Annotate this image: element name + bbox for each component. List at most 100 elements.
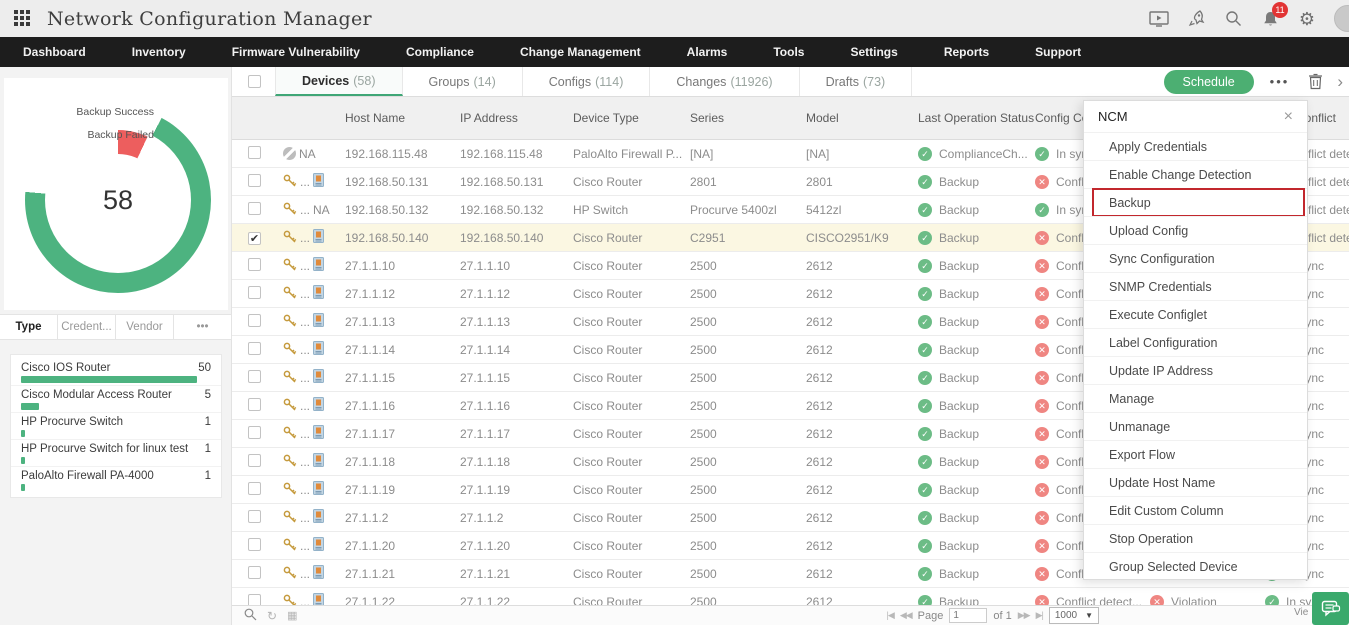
col-host-name[interactable]: Host Name [345, 97, 460, 139]
cell-host-name[interactable]: 27.1.1.2 [345, 511, 460, 525]
row-checkbox[interactable] [248, 202, 261, 215]
menu-item-update-host-name[interactable]: Update Host Name [1084, 468, 1307, 496]
menu-item-stop-operation[interactable]: Stop Operation [1084, 524, 1307, 552]
prev-page-icon[interactable]: ◀◀ [900, 610, 912, 621]
cell-host-name[interactable]: 27.1.1.21 [345, 567, 460, 581]
menu-item-export-flow[interactable]: Export Flow [1084, 440, 1307, 468]
page-input[interactable]: 1 [949, 608, 987, 623]
backup-status-chart[interactable]: Backup Success Backup Failed 58 [4, 78, 228, 310]
tab-changes[interactable]: Changes(11926) [650, 67, 799, 96]
nav-item-settings[interactable]: Settings [827, 37, 920, 67]
cell-host-name[interactable]: 192.168.50.140 [345, 231, 460, 245]
nav-item-inventory[interactable]: Inventory [109, 37, 209, 67]
device-type-row[interactable]: HP Procurve Switch1 [11, 413, 221, 440]
user-avatar[interactable] [1334, 5, 1349, 32]
cell-host-name[interactable]: 192.168.115.48 [345, 147, 460, 161]
row-checkbox[interactable] [248, 426, 261, 439]
row-checkbox[interactable] [248, 482, 261, 495]
col-device-type[interactable]: Device Type [573, 97, 690, 139]
tab-groups[interactable]: Groups(14) [403, 67, 523, 96]
cell-host-name[interactable]: 27.1.1.19 [345, 483, 460, 497]
cell-host-name[interactable]: 27.1.1.10 [345, 259, 460, 273]
menu-item-execute-configlet[interactable]: Execute Configlet [1084, 300, 1307, 328]
row-checkbox[interactable]: ✔ [248, 232, 261, 245]
page-size-select[interactable]: 1000▼ [1049, 607, 1099, 624]
menu-item-edit-custom-column[interactable]: Edit Custom Column [1084, 496, 1307, 524]
menu-item-group-selected-device[interactable]: Group Selected Device [1084, 552, 1307, 580]
tab-devices[interactable]: Devices(58) [275, 67, 403, 96]
menu-item-backup[interactable]: Backup [1084, 188, 1307, 216]
row-checkbox[interactable] [248, 370, 261, 383]
search-icon[interactable] [1223, 9, 1243, 29]
device-type-row[interactable]: HP Procurve Switch for linux test1 [11, 440, 221, 467]
sidebar-tab-[interactable]: ••• [174, 315, 232, 339]
demo-video-icon[interactable] [1149, 9, 1169, 29]
menu-item-update-ip-address[interactable]: Update IP Address [1084, 356, 1307, 384]
menu-item-apply-credentials[interactable]: Apply Credentials [1084, 132, 1307, 160]
more-actions-icon[interactable]: ••• [1270, 74, 1290, 89]
row-checkbox[interactable] [248, 314, 261, 327]
menu-item-manage[interactable]: Manage [1084, 384, 1307, 412]
chevron-right-icon[interactable]: › [1337, 72, 1343, 92]
next-page-icon[interactable]: ▶▶ [1018, 610, 1030, 621]
row-checkbox[interactable] [248, 454, 261, 467]
schedule-button[interactable]: Schedule [1164, 70, 1254, 94]
row-checkbox[interactable] [248, 146, 261, 159]
nav-item-firmware-vulnerability[interactable]: Firmware Vulnerability [209, 37, 383, 67]
row-checkbox[interactable] [248, 538, 261, 551]
menu-item-label-configuration[interactable]: Label Configuration [1084, 328, 1307, 356]
row-checkbox[interactable] [248, 174, 261, 187]
nav-item-dashboard[interactable]: Dashboard [0, 37, 109, 67]
table-search-icon[interactable] [244, 608, 257, 624]
refresh-icon[interactable]: ↻ [267, 609, 277, 623]
col-last-operation-status[interactable]: Last Operation Status [918, 97, 1035, 139]
notifications-bell-icon[interactable]: 11 [1260, 9, 1280, 29]
cell-host-name[interactable]: 27.1.1.13 [345, 315, 460, 329]
cell-host-name[interactable]: 192.168.50.132 [345, 203, 460, 217]
col-ip-address[interactable]: IP Address [460, 97, 573, 139]
cell-host-name[interactable]: 27.1.1.16 [345, 399, 460, 413]
col-series[interactable]: Series [690, 97, 806, 139]
row-checkbox[interactable] [248, 398, 261, 411]
device-type-row[interactable]: Cisco IOS Router50 [11, 359, 221, 386]
nav-item-reports[interactable]: Reports [921, 37, 1012, 67]
nav-item-support[interactable]: Support [1012, 37, 1104, 67]
cell-host-name[interactable]: 27.1.1.12 [345, 287, 460, 301]
tab-drafts[interactable]: Drafts(73) [800, 67, 913, 96]
sidebar-tab-credent[interactable]: Credent... [58, 315, 116, 339]
cell-host-name[interactable]: 27.1.1.17 [345, 427, 460, 441]
nav-item-change-management[interactable]: Change Management [497, 37, 664, 67]
column-chooser-icon[interactable]: ▦ [287, 609, 297, 622]
delete-trash-icon[interactable] [1305, 72, 1325, 92]
row-checkbox[interactable] [248, 286, 261, 299]
feedback-chat-button[interactable] [1312, 592, 1349, 625]
row-checkbox[interactable] [248, 566, 261, 579]
menu-item-sync-configuration[interactable]: Sync Configuration [1084, 244, 1307, 272]
last-page-icon[interactable]: ▶| [1036, 610, 1043, 621]
select-all-checkbox[interactable] [248, 75, 261, 88]
menu-close-icon[interactable]: × [1284, 108, 1293, 126]
cell-host-name[interactable]: 27.1.1.15 [345, 371, 460, 385]
cell-host-name[interactable]: 27.1.1.22 [345, 595, 460, 606]
col-model[interactable]: Model [806, 97, 918, 139]
cell-host-name[interactable]: 192.168.50.131 [345, 175, 460, 189]
row-checkbox[interactable] [248, 594, 261, 606]
sidebar-tab-type[interactable]: Type [0, 315, 58, 339]
nav-item-compliance[interactable]: Compliance [383, 37, 497, 67]
menu-item-unmanage[interactable]: Unmanage [1084, 412, 1307, 440]
menu-item-upload-config[interactable]: Upload Config [1084, 216, 1307, 244]
gear-icon[interactable]: ⚙ [1297, 9, 1317, 29]
device-type-row[interactable]: PaloAlto Firewall PA-40001 [11, 467, 221, 493]
tab-configs[interactable]: Configs(114) [523, 67, 651, 96]
cell-host-name[interactable]: 27.1.1.18 [345, 455, 460, 469]
nav-item-alarms[interactable]: Alarms [664, 37, 751, 67]
menu-item-snmp-credentials[interactable]: SNMP Credentials [1084, 272, 1307, 300]
menu-item-enable-change-detection[interactable]: Enable Change Detection [1084, 160, 1307, 188]
row-checkbox[interactable] [248, 342, 261, 355]
device-type-row[interactable]: Cisco Modular Access Router5 [11, 386, 221, 413]
device-row[interactable]: ...27.1.1.2227.1.1.22Cisco Router2500261… [232, 588, 1349, 605]
row-checkbox[interactable] [248, 510, 261, 523]
sidebar-tab-vendor[interactable]: Vendor [116, 315, 174, 339]
cell-host-name[interactable]: 27.1.1.20 [345, 539, 460, 553]
nav-item-tools[interactable]: Tools [750, 37, 827, 67]
